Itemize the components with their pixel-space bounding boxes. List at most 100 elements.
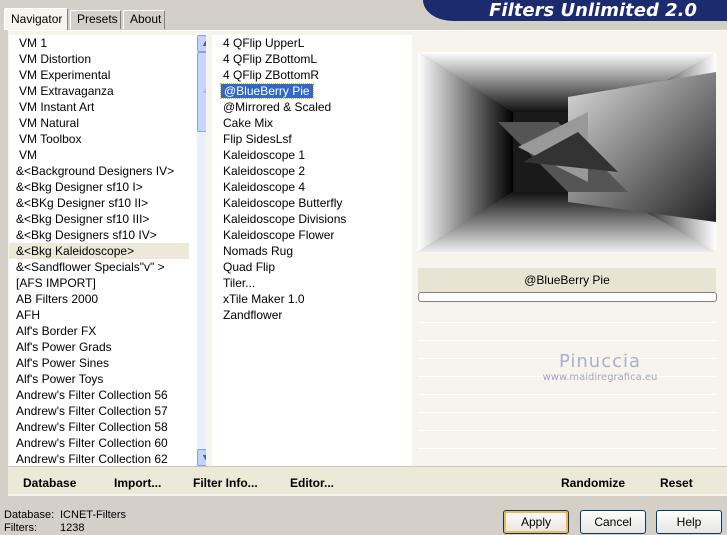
category-item[interactable]: Andrew's Filter Collection 60 — [9, 435, 189, 451]
category-item[interactable]: &<Bkg Designer sf10 I> — [9, 179, 189, 195]
tab-navigator[interactable]: Navigator — [4, 8, 68, 30]
category-item[interactable]: AFH — [9, 307, 189, 323]
filter-item[interactable]: Kaleidoscope Divisions — [212, 211, 412, 227]
category-item[interactable]: Andrew's Filter Collection 62 — [9, 451, 189, 466]
filter-item-label: @BlueBerry Pie — [220, 83, 314, 99]
category-item[interactable]: &<Bkg Designers sf10 IV> — [9, 227, 189, 243]
filter-item[interactable]: Kaleidoscope 1 — [212, 147, 412, 163]
chevron-down-icon[interactable]: ▼ — [197, 449, 206, 466]
filter-item-label: Kaleidoscope Butterfly — [223, 196, 343, 210]
category-item[interactable]: Alf's Power Sines — [9, 355, 189, 371]
category-item[interactable]: VM Instant Art — [9, 99, 189, 115]
filter-item-label: Kaleidoscope Divisions — [223, 212, 347, 226]
filter-info-button[interactable]: Filter Info... — [193, 475, 258, 491]
parameter-area — [418, 302, 716, 466]
category-item[interactable]: &<Bkg Kaleidoscope> — [9, 243, 189, 259]
app-title: Filters Unlimited 2.0 — [489, 0, 697, 21]
filter-item-label: Zandflower — [223, 308, 283, 322]
category-item[interactable]: VM Toolbox — [9, 131, 189, 147]
database-button[interactable]: Database — [23, 475, 76, 491]
category-item[interactable]: &<Bkg Designer sf10 III> — [9, 211, 189, 227]
watermark-url: www.maidiregrafica.eu — [542, 372, 658, 383]
category-item[interactable]: &<BKg Designer sf10 II> — [9, 195, 189, 211]
category-item[interactable]: Alf's Border FX — [9, 323, 189, 339]
filter-item[interactable]: @Mirrored & Scaled — [212, 99, 412, 115]
filter-item-label: Cake Mix — [223, 116, 274, 130]
category-item[interactable]: VM Experimental — [9, 67, 189, 83]
filter-item-label: Quad Flip — [223, 260, 276, 274]
filter-item-label: Kaleidoscope 2 — [223, 164, 306, 178]
filter-item-label: Tiler... — [223, 276, 256, 290]
parameter-slot — [418, 448, 716, 449]
category-item[interactable]: Andrew's Filter Collection 58 — [9, 419, 189, 435]
apply-button[interactable]: Apply — [503, 510, 569, 534]
filter-item[interactable]: 4 QFlip UpperL — [212, 35, 412, 51]
filter-item[interactable]: 4 QFlip ZBottomR — [212, 67, 412, 83]
tab-about[interactable]: About — [123, 10, 165, 29]
filter-item-label: 4 QFlip ZBottomL — [223, 52, 318, 66]
category-item[interactable]: VM — [9, 147, 189, 163]
filter-item[interactable]: Tiler... — [212, 275, 412, 291]
filter-item[interactable]: Kaleidoscope Flower — [212, 227, 412, 243]
filter-item[interactable]: Kaleidoscope 2 — [212, 163, 412, 179]
parameter-slot — [418, 340, 716, 341]
database-value: ICNET-Filters — [60, 509, 126, 521]
watermark-name: Pinuccia — [558, 351, 642, 372]
filter-item-label: xTile Maker 1.0 — [223, 292, 305, 306]
reset-button[interactable]: Reset — [660, 475, 693, 491]
filters-count: 1238 — [60, 522, 85, 534]
progress-bar — [418, 292, 717, 302]
category-item[interactable]: Alf's Power Toys — [9, 371, 189, 387]
filter-item[interactable]: Cake Mix — [212, 115, 412, 131]
category-item[interactable]: &<Sandflower Specials"v" > — [9, 259, 189, 275]
parameter-slot — [418, 412, 716, 413]
preview-image — [418, 52, 716, 252]
filter-rows: 4 QFlip UpperL 4 QFlip ZBottomL 4 QFlip ZB… — [212, 35, 412, 323]
tab-presets[interactable]: Presets — [70, 10, 121, 29]
category-item[interactable]: VM Distortion — [9, 51, 189, 67]
parameter-slot — [418, 430, 716, 431]
editor-button[interactable]: Editor... — [290, 475, 334, 491]
action-bar: Database Import... Filter Info... Editor… — [8, 466, 727, 494]
effect-name: @BlueBerry Pie — [418, 268, 716, 292]
category-rows: VM 1 VM Distortion VM Experimental VM Extra… — [9, 35, 189, 466]
filter-item[interactable]: @BlueBerry Pie — [212, 83, 412, 99]
randomize-button[interactable]: Randomize — [561, 475, 625, 491]
scrollbar-thumb[interactable]: ≡ — [197, 52, 206, 132]
filter-item-label: 4 QFlip UpperL — [223, 36, 305, 50]
filter-item-label: Kaleidoscope 1 — [223, 148, 306, 162]
category-item[interactable]: VM Natural — [9, 115, 189, 131]
help-button[interactable]: Help — [656, 510, 722, 534]
watermark: Pinuccia www.maidiregrafica.eu — [505, 352, 695, 384]
parameter-slot — [418, 322, 716, 323]
category-list[interactable]: VM 1 VM Distortion VM Experimental VM Extra… — [9, 35, 206, 466]
filter-item[interactable]: Kaleidoscope Butterfly — [212, 195, 412, 211]
import-button[interactable]: Import... — [114, 475, 161, 491]
filters-label: Filters: — [4, 522, 37, 534]
chevron-up-icon[interactable]: ▲ — [197, 35, 206, 52]
filter-item[interactable]: Kaleidoscope 4 — [212, 179, 412, 195]
filter-item[interactable]: 4 QFlip ZBottomL — [212, 51, 412, 67]
filter-item[interactable]: Quad Flip — [212, 259, 412, 275]
filter-item[interactable]: Zandflower — [212, 307, 412, 323]
filter-item-label: Kaleidoscope Flower — [223, 228, 335, 242]
filter-item-label: Kaleidoscope 4 — [223, 180, 306, 194]
category-item[interactable]: [AFS IMPORT] — [9, 275, 189, 291]
category-item[interactable]: Alf's Power Grads — [9, 339, 189, 355]
filter-list[interactable]: 4 QFlip UpperL 4 QFlip ZBottomL 4 QFlip ZB… — [212, 35, 412, 466]
category-item[interactable]: &<Background Designers IV> — [9, 163, 189, 179]
category-item[interactable]: VM 1 — [9, 35, 189, 51]
category-item[interactable]: Andrew's Filter Collection 57 — [9, 403, 189, 419]
filter-item[interactable]: xTile Maker 1.0 — [212, 291, 412, 307]
database-label: Database: — [4, 509, 55, 521]
filter-item[interactable]: Flip SidesLsf — [212, 131, 412, 147]
filter-item[interactable]: Nomads Rug — [212, 243, 412, 259]
category-item[interactable]: VM Extravaganza — [9, 83, 189, 99]
cancel-button[interactable]: Cancel — [580, 510, 646, 534]
status-info: Database: ICNET-Filters Filters: 1238 — [4, 509, 126, 535]
category-scrollbar[interactable]: ▲ ≡ ▼ — [197, 35, 206, 466]
filter-item-label: Flip SidesLsf — [223, 132, 292, 146]
category-item[interactable]: Andrew's Filter Collection 56 — [9, 387, 189, 403]
filter-item-label: 4 QFlip ZBottomR — [223, 68, 320, 82]
category-item[interactable]: AB Filters 2000 — [9, 291, 189, 307]
